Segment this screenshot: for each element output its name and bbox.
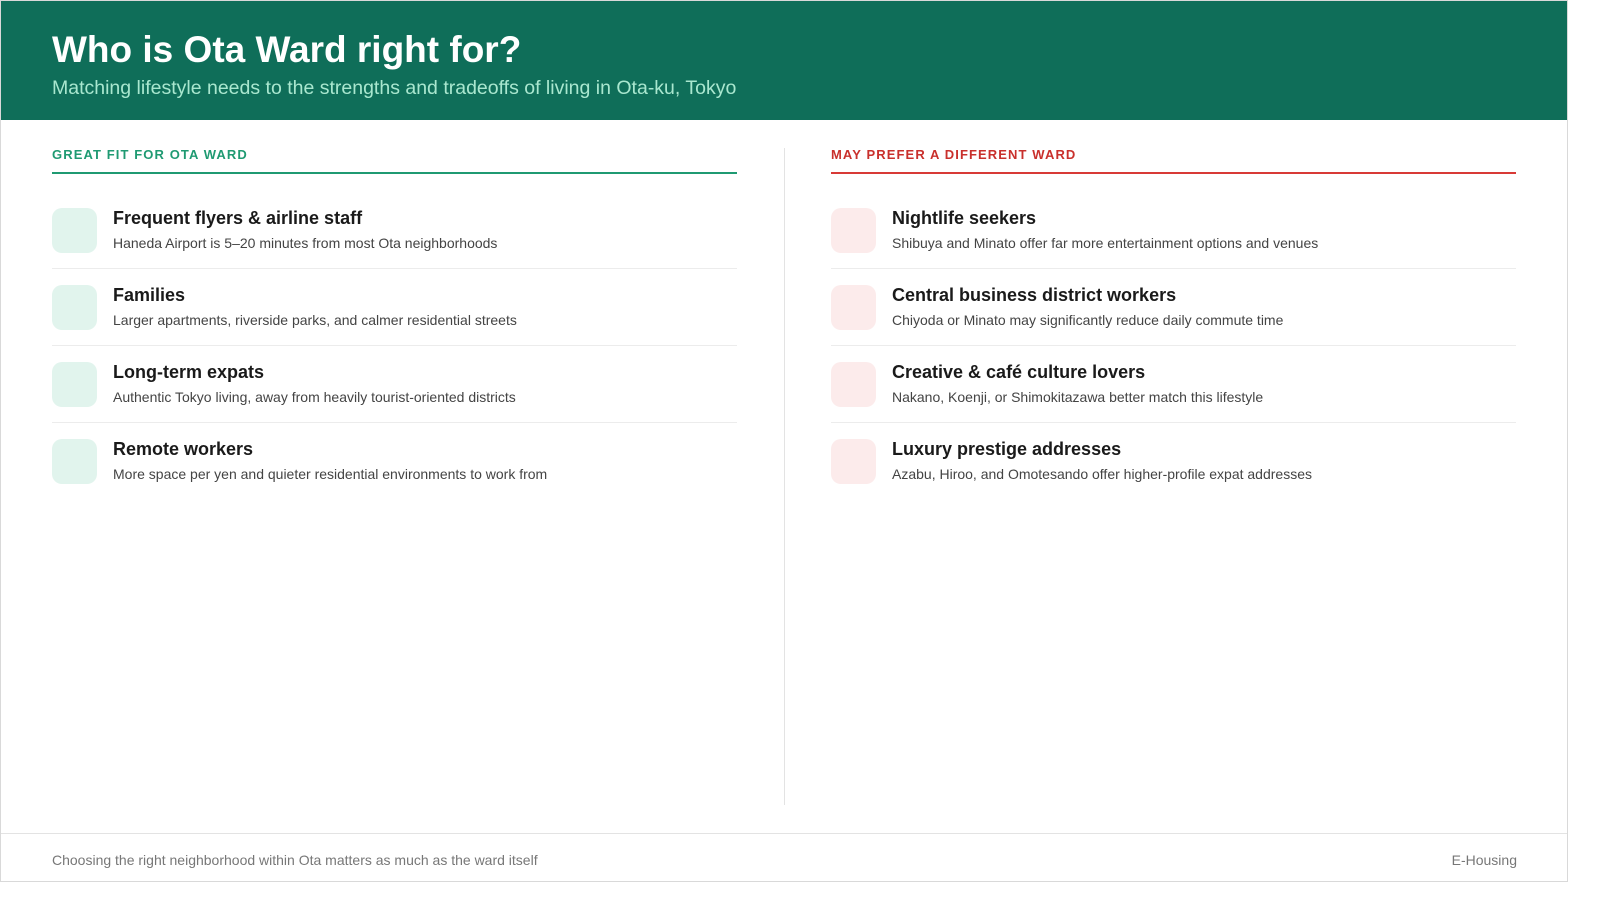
item-description: Azabu, Hiroo, and Omotesando offer highe… [892,466,1312,482]
list-item: Families Larger apartments, riverside pa… [52,269,737,346]
airplane-icon [52,208,97,253]
item-description: Shibuya and Minato offer far more entert… [892,235,1319,251]
item-title: Families [113,285,186,305]
list-item: Frequent flyers & airline staff Haneda A… [52,191,737,269]
other-ward-list: Nightlife seekers Shibuya and Minato off… [831,191,1516,499]
diamond-icon [831,439,876,484]
other-ward-column: MAY PREFER A DIFFERENT WARD Nightlife se… [831,147,1516,499]
item-title: Remote workers [113,439,254,459]
footer: Choosing the right neighborhood within O… [1,833,1567,881]
item-description: Haneda Airport is 5–20 minutes from most… [113,235,498,251]
item-description: More space per yen and quieter residenti… [113,466,548,482]
item-title: Long-term expats [113,362,265,382]
item-description: Chiyoda or Minato may significantly redu… [892,312,1284,328]
laptop-icon [52,439,97,484]
list-item: Central business district workers Chiyod… [831,269,1516,346]
briefcase-icon [831,285,876,330]
list-item: Remote workers More space per yen and qu… [52,423,737,499]
other-ward-heading: MAY PREFER A DIFFERENT WARD [831,147,1516,174]
footer-note: Choosing the right neighborhood within O… [52,852,538,868]
column-divider [784,148,785,805]
list-item: Long-term expats Authentic Tokyo living,… [52,346,737,423]
item-description: Larger apartments, riverside parks, and … [113,312,517,328]
item-title: Creative & café culture lovers [892,362,1146,382]
item-description: Nakano, Koenji, or Shimokitazawa better … [892,389,1264,405]
footer-brand: E-Housing [1451,852,1517,868]
coffee-icon [831,362,876,407]
page-subtitle: Matching lifestyle needs to the strength… [52,77,737,99]
good-fit-heading: GREAT FIT FOR OTA WARD [52,147,737,174]
list-item: Luxury prestige addresses Azabu, Hiroo, … [831,423,1516,499]
page-title: Who is Ota Ward right for? [52,29,522,70]
globe-icon [52,362,97,407]
family-icon [52,285,97,330]
good-fit-list: Frequent flyers & airline staff Haneda A… [52,191,737,499]
item-description: Authentic Tokyo living, away from heavil… [113,389,516,405]
good-fit-column: GREAT FIT FOR OTA WARD Frequent flyers &… [52,147,737,499]
slide: Who is Ota Ward right for? Matching life… [0,0,1568,882]
nightlife-icon [831,208,876,253]
item-title: Central business district workers [892,285,1177,305]
header-banner: Who is Ota Ward right for? Matching life… [1,1,1567,120]
item-title: Frequent flyers & airline staff [113,208,363,228]
list-item: Nightlife seekers Shibuya and Minato off… [831,191,1516,269]
list-item: Creative & café culture lovers Nakano, K… [831,346,1516,423]
item-title: Nightlife seekers [892,208,1037,228]
item-title: Luxury prestige addresses [892,439,1122,459]
